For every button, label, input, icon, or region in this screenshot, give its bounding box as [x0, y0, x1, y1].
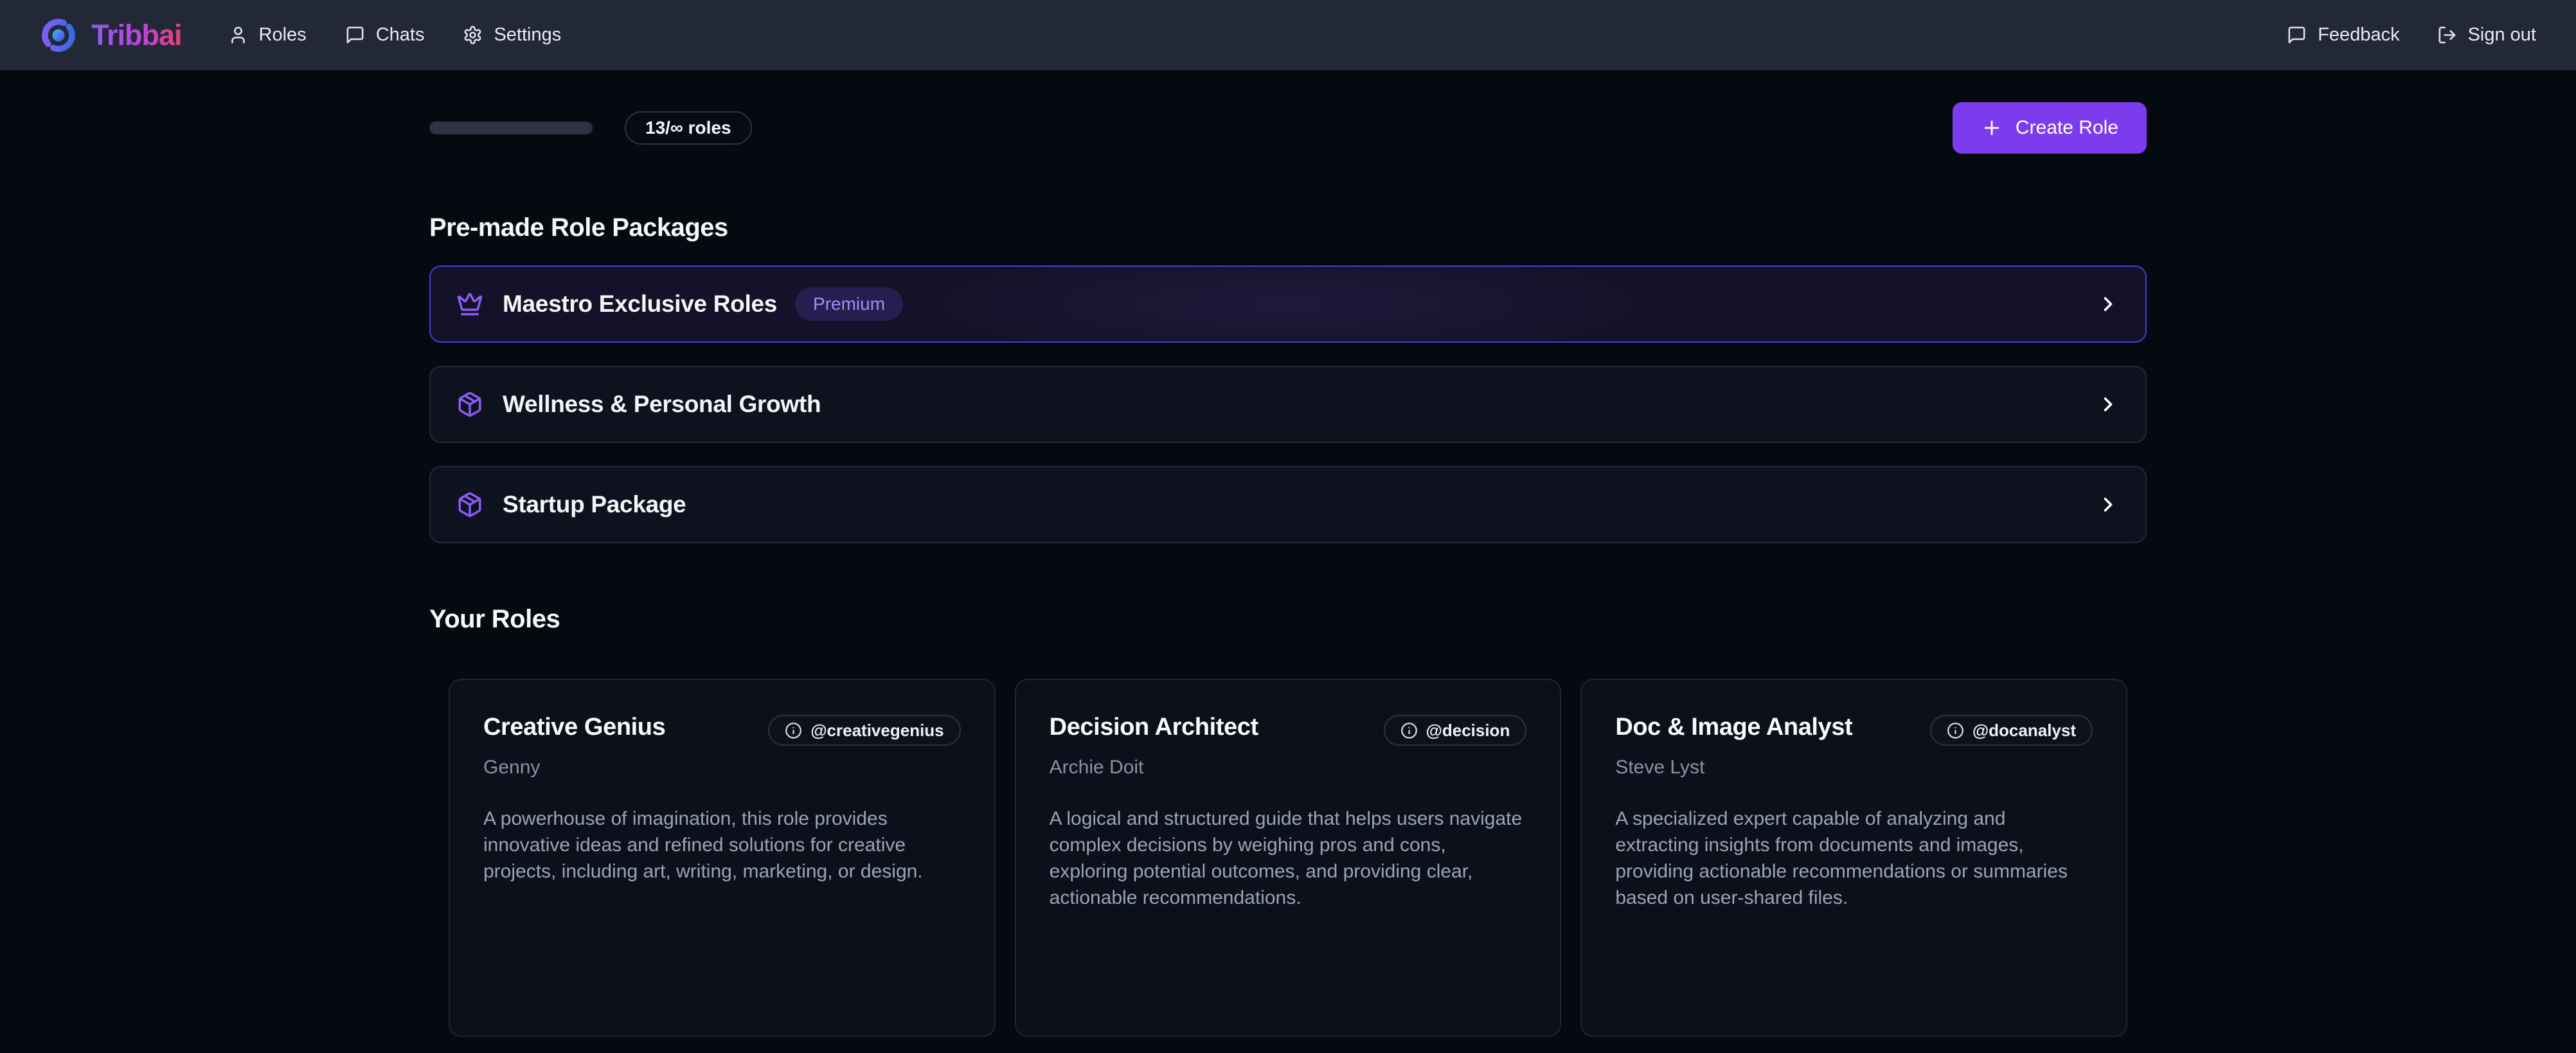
chevron-right-icon — [2097, 292, 2120, 316]
sign-out-label: Sign out — [2468, 24, 2536, 46]
top-navbar: Tribbai Roles Chats Settings Feedba — [0, 0, 2576, 71]
package-label: Startup Package — [503, 491, 686, 518]
role-card-doc-image-analyst[interactable]: Doc & Image Analyst @docanalyst Steve Ly… — [1580, 679, 2127, 1037]
role-card-title: Creative Genius — [483, 714, 665, 741]
gear-icon — [463, 25, 483, 45]
role-card-subtitle: Genny — [483, 757, 961, 779]
your-roles-section-title: Your Roles — [429, 605, 2147, 634]
feedback-label: Feedback — [2318, 24, 2399, 46]
brand[interactable]: Tribbai — [40, 17, 182, 54]
crown-icon — [456, 291, 483, 318]
navbar-actions: Feedback Sign out — [2287, 24, 2536, 46]
package-icon — [456, 491, 483, 518]
message-icon — [2287, 25, 2307, 45]
feedback-button[interactable]: Feedback — [2287, 24, 2399, 46]
package-row-wellness[interactable]: Wellness & Personal Growth — [429, 366, 2147, 443]
info-icon — [785, 722, 802, 739]
packages-section-title: Pre-made Role Packages — [429, 213, 2147, 242]
role-handle: @creativegenius — [810, 721, 944, 741]
role-card-subtitle: Steve Lyst — [1615, 757, 2093, 779]
message-icon — [345, 25, 365, 45]
card-header: Decision Architect @decision — [1050, 714, 1527, 746]
role-card-subtitle: Archie Doit — [1050, 757, 1527, 779]
card-header: Doc & Image Analyst @docanalyst — [1615, 714, 2093, 746]
logout-icon — [2437, 25, 2457, 45]
package-row-maestro[interactable]: Maestro Exclusive Roles Premium — [429, 266, 2147, 343]
role-cards-grid: Creative Genius @creativegenius Genny A … — [449, 679, 2127, 1037]
role-card-description: A specialized expert capable of analyzin… — [1615, 806, 2093, 911]
role-card-decision-architect[interactable]: Decision Architect @decision Archie Doit… — [1015, 679, 1562, 1037]
role-handle-badge[interactable]: @docanalyst — [1930, 715, 2093, 746]
primary-nav: Roles Chats Settings — [228, 24, 562, 46]
role-handle-badge[interactable]: @decision — [1384, 715, 1527, 746]
role-handle: @decision — [1426, 721, 1510, 741]
package-icon — [456, 391, 483, 418]
premium-badge: Premium — [795, 287, 903, 321]
nav-item-roles[interactable]: Roles — [228, 24, 307, 46]
role-handle: @docanalyst — [1972, 721, 2076, 741]
plus-icon — [1981, 117, 2003, 139]
nav-item-label: Roles — [259, 24, 307, 46]
chevron-right-icon — [2097, 393, 2120, 416]
info-icon — [1400, 722, 1418, 739]
role-card-description: A logical and structured guide that help… — [1050, 806, 1527, 911]
package-row-startup[interactable]: Startup Package — [429, 466, 2147, 543]
brand-name: Tribbai — [91, 19, 182, 52]
sign-out-button[interactable]: Sign out — [2437, 24, 2536, 46]
role-card-title: Doc & Image Analyst — [1615, 714, 1852, 741]
create-role-label: Create Role — [2016, 117, 2118, 139]
nav-item-chats[interactable]: Chats — [345, 24, 425, 46]
role-handle-badge[interactable]: @creativegenius — [768, 715, 960, 746]
role-card-creative-genius[interactable]: Creative Genius @creativegenius Genny A … — [449, 679, 996, 1037]
nav-item-settings[interactable]: Settings — [463, 24, 561, 46]
card-header: Creative Genius @creativegenius — [483, 714, 961, 746]
roles-count-badge: 13/∞ roles — [625, 111, 752, 145]
nav-item-label: Settings — [494, 24, 561, 46]
role-card-description: A powerhouse of imagination, this role p… — [483, 806, 961, 885]
tribbai-logo-icon — [40, 17, 77, 54]
package-label: Maestro Exclusive Roles — [503, 291, 777, 318]
chevron-right-icon — [2097, 493, 2120, 516]
package-label: Wellness & Personal Growth — [503, 391, 821, 418]
role-card-title: Decision Architect — [1050, 714, 1258, 741]
main-content: 13/∞ roles Create Role Pre-made Role Pac… — [429, 102, 2147, 1053]
info-icon — [1947, 722, 1964, 739]
nav-item-label: Chats — [376, 24, 425, 46]
user-icon — [228, 25, 248, 45]
create-role-button[interactable]: Create Role — [1953, 102, 2147, 154]
roles-toolbar: 13/∞ roles Create Role — [429, 102, 2147, 154]
roles-progress-bar — [429, 122, 593, 134]
